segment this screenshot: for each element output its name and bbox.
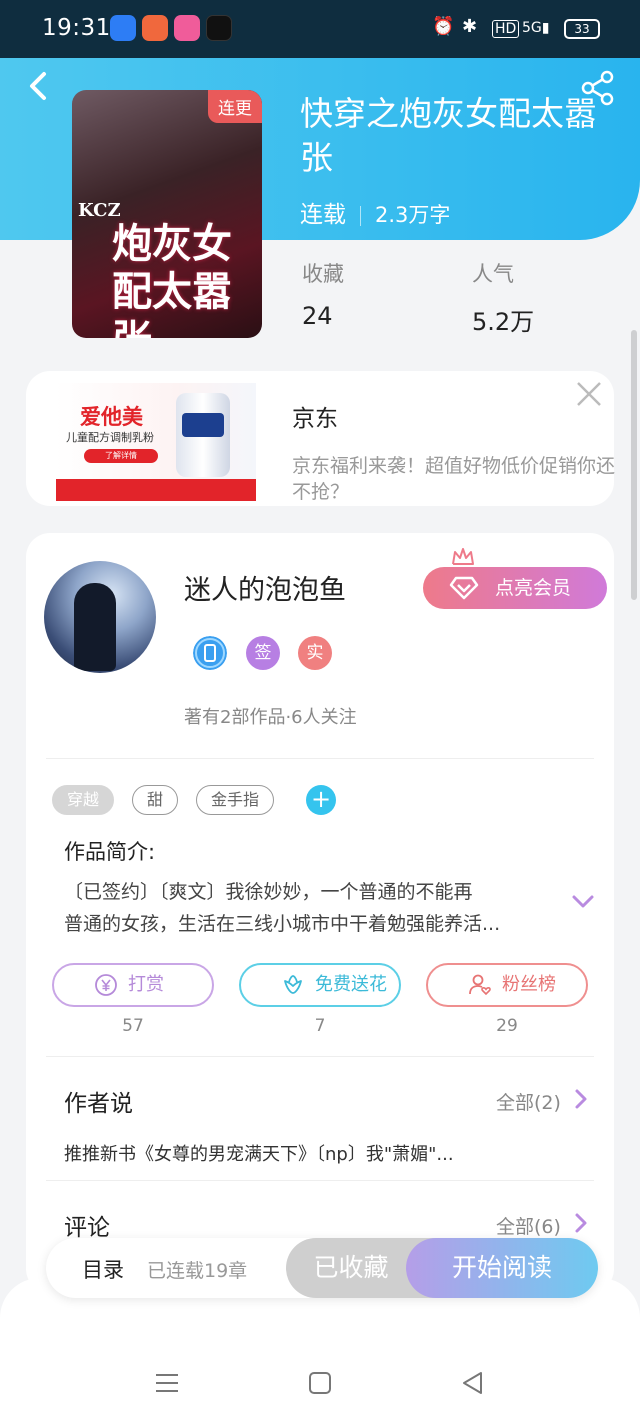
divider: [46, 1056, 594, 1057]
chevron-right-icon[interactable]: [574, 1088, 588, 1110]
fan-count: 29: [496, 1016, 518, 1036]
app-notification-icon: [174, 15, 200, 41]
start-reading-button[interactable]: 开始阅读: [406, 1238, 598, 1298]
flower-icon: [284, 975, 302, 994]
flower-count: 7: [314, 1016, 326, 1036]
chevron-right-icon[interactable]: [574, 1212, 588, 1234]
comments-title: 评论: [64, 1215, 110, 1241]
divider: [46, 758, 594, 759]
back-nav-icon[interactable]: [460, 1370, 486, 1396]
send-flower-label: 免费送花: [315, 974, 387, 995]
tip-count: 57: [122, 1016, 144, 1036]
chapter-count: 已连载19章: [147, 1260, 248, 1282]
cover-brand: KCZ: [78, 200, 121, 221]
book-cover[interactable]: 连更 KCZ 炮灰女配太嚣张: [72, 90, 262, 338]
battery-icon: 33: [564, 19, 600, 39]
ad-banner[interactable]: 爱他美 儿童配方调制乳粉 了解详情 京东 京东福利来袭！超值好物低价促销你还不抢…: [26, 371, 615, 506]
diamond-icon: [449, 576, 479, 600]
author-works-info: 著有2部作品·6人关注: [184, 707, 357, 728]
stat-value: 24: [302, 302, 333, 330]
app-notification-icon: [110, 15, 136, 41]
alarm-icon: ⏰: [432, 16, 455, 37]
tip-button[interactable]: 打赏: [52, 963, 214, 1007]
ad-title: 京东: [292, 406, 338, 432]
author-says-text[interactable]: 推推新书《女尊的男宠满天下》〔np〕我"萧媚"...: [64, 1140, 494, 1166]
comments-more[interactable]: 全部(6): [496, 1212, 561, 1239]
ad-image-footer: [56, 479, 256, 501]
intro-line: 〔已签约〕〔爽文〕我徐妙妙，一个普通的不能再: [64, 881, 473, 903]
word-count: 2.3万字: [375, 203, 451, 227]
author-avatar[interactable]: [44, 561, 156, 673]
app-notification-icon: [142, 15, 168, 41]
add-tag-button[interactable]: +: [306, 785, 336, 815]
intro-heading: 作品简介:: [64, 840, 156, 864]
stat-popularity: 人气 5.2万: [472, 258, 534, 337]
vip-button-label: 点亮会员: [495, 577, 572, 599]
bluetooth-icon: ✱: [462, 16, 478, 37]
phone-verified-icon: [193, 636, 227, 670]
stat-label: 收藏: [302, 262, 344, 286]
author-says-more[interactable]: 全部(2): [496, 1088, 561, 1115]
meta-divider: [360, 206, 361, 226]
ad-image-button: 了解详情: [84, 449, 158, 463]
crown-icon: [452, 548, 474, 565]
stat-favorites: 收藏 24: [302, 258, 344, 330]
status-bar: 19:31 ⏰ ✱ HD 5G▮ 33: [0, 0, 640, 58]
milk-can-image: [176, 393, 230, 477]
intro-text[interactable]: 〔已签约〕〔爽文〕我徐妙妙，一个普通的不能再 普通的女孩，生活在三线小城市中干着…: [64, 876, 564, 940]
ad-description: 京东福利来袭！超值好物低价促销你还不抢？: [292, 455, 616, 503]
stat-value: 5.2万: [472, 308, 535, 336]
chevron-down-icon[interactable]: [570, 893, 596, 911]
fan-ranking-button[interactable]: 粉丝榜: [426, 963, 588, 1007]
intro-line: 普通的女孩，生活在三线小城市中干着勉强能养活...: [64, 913, 501, 935]
divider: [46, 1180, 594, 1181]
author-name[interactable]: 迷人的泡泡鱼: [184, 568, 346, 607]
vip-button[interactable]: 点亮会员: [423, 567, 607, 609]
yuan-coin-icon: [95, 974, 117, 996]
send-flower-button[interactable]: 免费送花: [239, 963, 401, 1007]
signal-icon: 5G▮: [522, 20, 550, 36]
tiktok-icon: [206, 15, 232, 41]
author-says-title: 作者说: [64, 1091, 133, 1117]
tag-chip[interactable]: 穿越: [52, 785, 114, 815]
status-time: 19:31: [42, 15, 111, 41]
user-heart-icon: [469, 974, 491, 996]
tag-chip[interactable]: 甜: [132, 785, 178, 815]
ad-image-brand: 爱他美: [80, 405, 143, 429]
signed-badge: 签: [246, 636, 280, 670]
home-icon[interactable]: [307, 1370, 333, 1396]
book-status: 连载: [300, 202, 346, 228]
fan-ranking-label: 粉丝榜: [502, 974, 556, 995]
system-navigation-bar: [0, 1278, 640, 1422]
menu-icon[interactable]: [154, 1370, 180, 1396]
hd-icon: HD: [492, 20, 520, 38]
close-icon[interactable]: [574, 379, 604, 409]
ad-image-subtitle: 儿童配方调制乳粉: [66, 431, 154, 444]
book-meta: 连载 2.3万字: [300, 195, 450, 229]
verified-badge: 实: [298, 636, 332, 670]
tag-chip[interactable]: 金手指: [196, 785, 274, 815]
book-title: 快穿之炮灰女配太嚣张: [300, 94, 597, 177]
cover-title: 炮灰女配太嚣张: [112, 220, 232, 338]
stat-label: 人气: [472, 262, 514, 286]
scrollbar[interactable]: [631, 330, 637, 600]
update-badge: 连更: [208, 90, 262, 123]
ad-image[interactable]: 爱他美 儿童配方调制乳粉 了解详情: [56, 383, 256, 501]
back-icon[interactable]: [22, 66, 56, 106]
tip-label: 打赏: [128, 974, 164, 995]
toc-button[interactable]: 目录: [82, 1254, 124, 1284]
